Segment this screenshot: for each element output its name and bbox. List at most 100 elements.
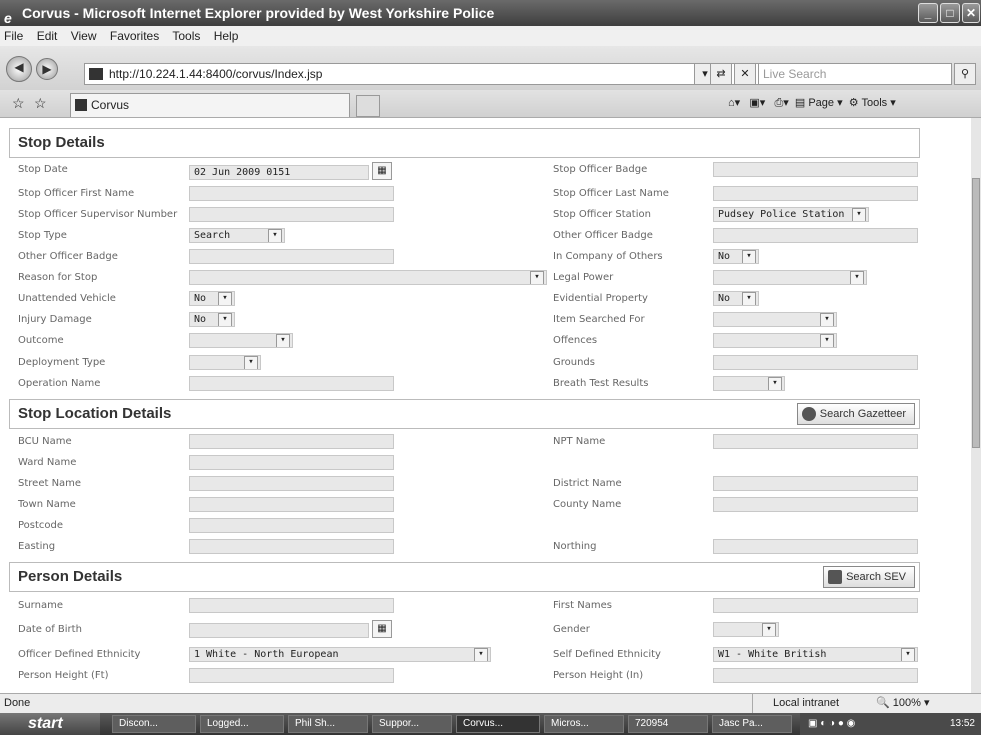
- officer-station-select[interactable]: Pudsey Police Station: [713, 207, 869, 222]
- in-company-select[interactable]: No: [713, 249, 759, 264]
- unattended-vehicle-select[interactable]: No: [189, 291, 235, 306]
- ward-name-input[interactable]: [189, 455, 394, 470]
- grounds-input[interactable]: [713, 355, 918, 370]
- close-button[interactable]: ✕: [962, 3, 980, 23]
- surname-input[interactable]: [189, 598, 394, 613]
- taskbar-item[interactable]: Micros...: [544, 715, 624, 733]
- taskbar-item[interactable]: Suppor...: [372, 715, 452, 733]
- minimize-button[interactable]: _: [918, 3, 938, 23]
- district-name-input[interactable]: [713, 476, 918, 491]
- command-bar: ⌂▾ ▣▾ ⎙▾ ▤ Page ▾ ⚙ Tools ▾: [728, 96, 896, 110]
- date-of-birth-input[interactable]: [189, 623, 369, 638]
- maximize-button[interactable]: □: [940, 3, 960, 23]
- officer-first-name-input[interactable]: [189, 186, 394, 201]
- item-searched-select[interactable]: [713, 312, 837, 327]
- taskbar-item[interactable]: 720954: [628, 715, 708, 733]
- home-icon[interactable]: ⌂▾: [728, 97, 740, 109]
- legal-power-select[interactable]: [713, 270, 867, 285]
- search-gazetteer-button[interactable]: Search Gazetteer: [796, 403, 915, 425]
- menu-edit[interactable]: Edit: [37, 29, 58, 43]
- taskbar-item-active[interactable]: Corvus...: [456, 715, 540, 733]
- new-tab-button[interactable]: [356, 95, 380, 117]
- reason-for-stop-select[interactable]: [189, 270, 547, 285]
- calendar-icon[interactable]: ▦: [372, 620, 392, 638]
- scrollbar-thumb[interactable]: [972, 178, 980, 448]
- postcode-input[interactable]: [189, 518, 394, 533]
- first-names-input[interactable]: [713, 598, 918, 613]
- street-name-input[interactable]: [189, 476, 394, 491]
- tools-menu[interactable]: ⚙ Tools ▾: [849, 97, 896, 109]
- back-button[interactable]: ◀: [6, 56, 32, 82]
- menu-view[interactable]: View: [71, 29, 97, 43]
- gender-select[interactable]: [713, 622, 779, 637]
- zoom-label: 100%: [892, 697, 921, 709]
- bcu-name-input[interactable]: [189, 434, 394, 449]
- taskbar-item[interactable]: Logged...: [200, 715, 284, 733]
- deployment-type-select[interactable]: [189, 355, 261, 370]
- field-label: Self Defined Ethnicity: [553, 649, 661, 660]
- offences-select[interactable]: [713, 333, 837, 348]
- calendar-icon[interactable]: ▦: [372, 162, 392, 180]
- forward-button[interactable]: ▶: [36, 58, 58, 80]
- injury-damage-select[interactable]: No: [189, 312, 235, 327]
- operation-name-input[interactable]: [189, 376, 394, 391]
- other-officer-badge-right-input[interactable]: [713, 228, 918, 243]
- stop-type-select[interactable]: Search: [189, 228, 285, 243]
- taskbar-item[interactable]: Jasc Pa...: [712, 715, 792, 733]
- town-name-input[interactable]: [189, 497, 394, 512]
- stop-date-input[interactable]: 02 Jun 2009 0151: [189, 165, 369, 180]
- officer-last-name-input[interactable]: [713, 186, 918, 201]
- menu-favorites[interactable]: Favorites: [110, 29, 159, 43]
- window-title: Corvus - Microsoft Internet Explorer pro…: [22, 5, 495, 21]
- stop-icon[interactable]: ✕: [734, 63, 756, 85]
- height-in-input[interactable]: [713, 668, 918, 683]
- field-label: Outcome: [18, 335, 64, 346]
- page-menu[interactable]: ▤ Page ▾: [795, 97, 843, 109]
- field-label: Other Officer Badge: [553, 230, 653, 241]
- outcome-select[interactable]: [189, 333, 293, 348]
- county-name-input[interactable]: [713, 497, 918, 512]
- address-field[interactable]: http://10.224.1.44:8400/corvus/Index.jsp: [84, 63, 774, 85]
- section-stop-details: Stop Details: [9, 128, 920, 158]
- menu-tools[interactable]: Tools: [172, 29, 200, 43]
- self-ethnicity-select[interactable]: W1 - White British: [713, 647, 918, 662]
- npt-name-input[interactable]: [713, 434, 918, 449]
- field-label: District Name: [553, 478, 622, 489]
- field-label: NPT Name: [553, 436, 606, 447]
- menu-file[interactable]: File: [4, 29, 23, 43]
- add-favorites-icon[interactable]: ☆: [34, 95, 47, 112]
- address-url: http://10.224.1.44:8400/corvus/Index.jsp: [109, 67, 323, 81]
- menu-help[interactable]: Help: [214, 29, 239, 43]
- refresh-icon[interactable]: ⇄: [710, 63, 732, 85]
- vertical-scrollbar[interactable]: [971, 118, 981, 693]
- height-ft-input[interactable]: [189, 668, 394, 683]
- print-icon[interactable]: ⎙▾: [774, 97, 788, 109]
- officer-badge-input[interactable]: [713, 162, 918, 177]
- zoom-control[interactable]: 🔍 100% ▾: [876, 694, 929, 713]
- field-label: Stop Officer Station: [553, 209, 651, 220]
- officer-ethnicity-select[interactable]: 1 White - North European: [189, 647, 491, 662]
- tab-label: Corvus: [91, 98, 130, 112]
- tab-corvus[interactable]: Corvus: [70, 93, 350, 117]
- start-button[interactable]: start: [0, 713, 100, 735]
- field-label: Person Height (In): [553, 670, 644, 681]
- evidential-property-select[interactable]: No: [713, 291, 759, 306]
- easting-input[interactable]: [189, 539, 394, 554]
- breath-test-select[interactable]: [713, 376, 785, 391]
- search-sev-button[interactable]: Search SEV: [823, 566, 915, 588]
- northing-input[interactable]: [713, 539, 918, 554]
- taskbar-item[interactable]: Discon...: [112, 715, 196, 733]
- taskbar-item[interactable]: Phil Sh...: [288, 715, 368, 733]
- tray-icons[interactable]: ▣ ◐ ◑ ● ◉: [808, 718, 855, 729]
- other-officer-badge-input[interactable]: [189, 249, 394, 264]
- feeds-icon[interactable]: ▣▾: [749, 97, 765, 109]
- field-label: Stop Officer Badge: [553, 164, 648, 175]
- search-icon[interactable]: ⚲: [954, 63, 976, 85]
- section-person-details: Person Details Search SEV: [9, 562, 920, 592]
- field-label: Stop Date: [18, 164, 68, 175]
- live-search-input[interactable]: Live Search: [758, 63, 952, 85]
- taskbar: start Discon... Logged... Phil Sh... Sup…: [0, 713, 981, 735]
- favorites-star-icon[interactable]: ☆: [12, 95, 25, 112]
- supervisor-number-input[interactable]: [189, 207, 394, 222]
- field-label: Stop Officer First Name: [18, 188, 135, 199]
